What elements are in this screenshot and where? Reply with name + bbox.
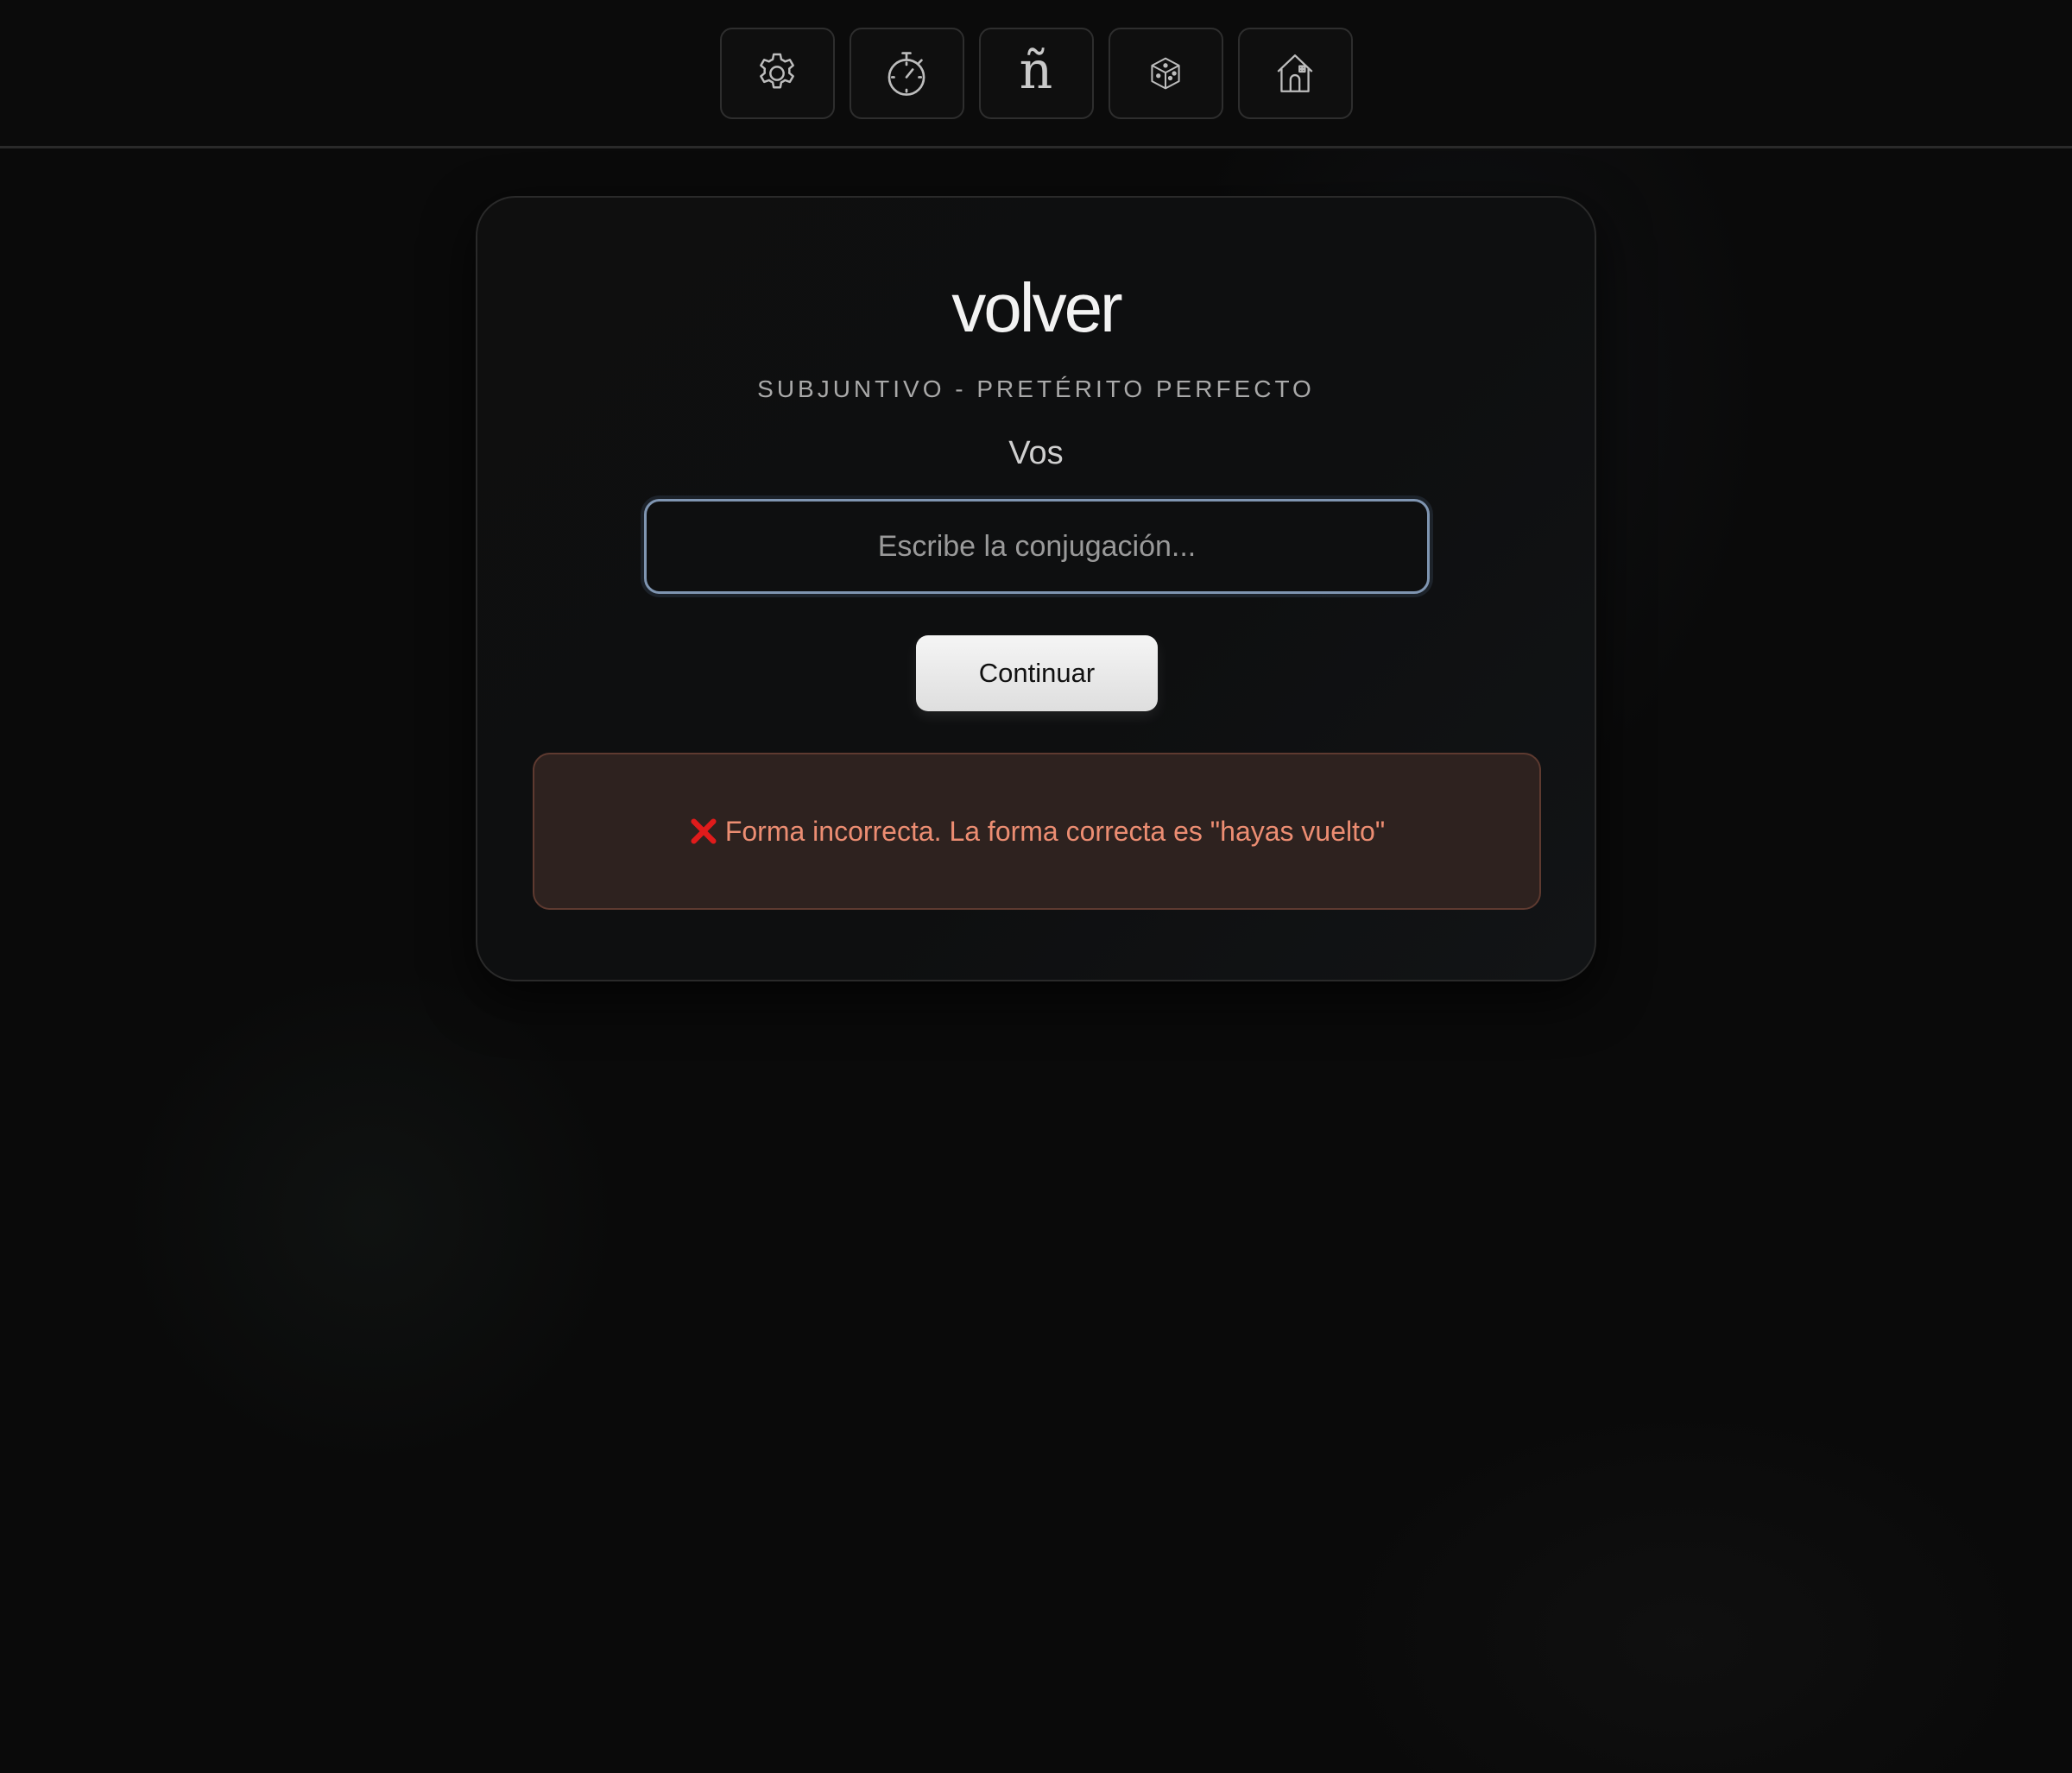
special-characters-button[interactable]: ñ (978, 28, 1094, 119)
feedback-banner: Forma incorrecta. La forma correcta es "… (533, 753, 1541, 910)
top-toolbar: ñ (0, 0, 2072, 148)
toolbar-button-row: ñ (719, 28, 1353, 119)
gear-icon (760, 53, 794, 89)
conjugation-input[interactable] (644, 499, 1430, 594)
cross-icon (691, 818, 717, 844)
random-button[interactable] (1108, 28, 1223, 119)
tense-label: SUBJUNTIVO - PRETÉRITO PERFECTO (757, 375, 1315, 402)
dice-icon (1151, 57, 1180, 90)
person-label: Vos (1008, 435, 1064, 471)
stopwatch-icon (888, 52, 925, 96)
home-button[interactable] (1237, 28, 1353, 119)
timer-button[interactable] (849, 28, 964, 119)
settings-button[interactable] (719, 28, 835, 119)
exercise-card: volver SUBJUNTIVO - PRETÉRITO PERFECTO V… (476, 196, 1596, 981)
continue-button[interactable]: Continuar (916, 635, 1158, 711)
verb-title: volver (951, 269, 1122, 346)
enye-icon: ñ (1019, 41, 1053, 101)
home-icon (1277, 54, 1313, 92)
feedback-message: Forma incorrecta. La forma correcta es "… (724, 815, 1386, 847)
